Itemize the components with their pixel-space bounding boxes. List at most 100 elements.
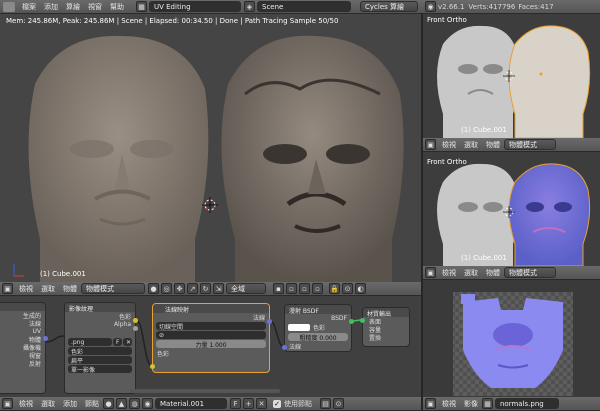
main-viewport[interactable]: Mem: 245.86M, Peak: 245.86M | Scene | El… xyxy=(0,14,421,282)
menu-render[interactable]: 算繪 xyxy=(62,2,84,12)
scene-selector[interactable]: Scene xyxy=(257,1,351,12)
backdrop-icon[interactable]: ▤ xyxy=(320,398,331,409)
use-nodes-checkbox[interactable]: ✓ xyxy=(273,399,281,408)
menu-object[interactable]: 物體 xyxy=(59,284,81,294)
uv-editor-header: ▣ 檢視 影像 ▦ normals.png xyxy=(423,397,600,411)
shading-icon[interactable]: ● xyxy=(148,283,159,294)
material-close-button[interactable]: ✕ xyxy=(256,398,267,409)
manipulator-icon[interactable]: ✥ xyxy=(174,283,185,294)
right-top-viewport[interactable]: Front Ortho (1) Cube.001 xyxy=(423,14,600,138)
menu-object[interactable]: 物體 xyxy=(482,140,504,150)
node-image-texture[interactable]: 影像紋理 色彩 Alpha .png F ✕ 色彩 扁平 單一影像 xyxy=(64,302,136,394)
render-icon[interactable]: ◐ xyxy=(355,283,366,294)
menu-select[interactable]: 選取 xyxy=(460,268,482,278)
rotate-icon[interactable]: ↻ xyxy=(200,283,211,294)
socket-surface-in[interactable] xyxy=(360,318,365,323)
roughness-field[interactable]: 粗糙度 0.000 xyxy=(288,333,348,342)
socket-normal-out[interactable] xyxy=(267,319,272,324)
color-swatch[interactable] xyxy=(288,324,310,331)
image-fake-user-button[interactable]: F xyxy=(113,338,122,346)
node-material-output[interactable]: 材質輸出 表面 容量 置換 xyxy=(362,307,410,347)
editor-type-icon[interactable]: ▣ xyxy=(425,398,436,409)
material-icon[interactable]: ◉ xyxy=(142,398,153,409)
node-texture-coordinate[interactable]: 生成的 法線 UV 物體 攝像機 視窗 反射 xyxy=(0,302,46,394)
menu-add[interactable]: 添加 xyxy=(40,2,62,12)
node-normal-map[interactable]: 法線映射 法線 切線空間 ⊘ 力量 1.000 色彩 xyxy=(152,303,270,373)
uv-map-field[interactable]: ⊘ xyxy=(156,331,266,339)
image-file-field[interactable]: .png xyxy=(68,338,112,346)
menu-image[interactable]: 影像 xyxy=(460,399,482,409)
menu-help[interactable]: 幫助 xyxy=(106,2,128,12)
screen-layout-selector[interactable]: UV Editing xyxy=(149,1,241,12)
shader-type-icon[interactable]: ● xyxy=(103,398,114,409)
menu-view[interactable]: 檢視 xyxy=(438,268,460,278)
translate-icon[interactable]: ↗ xyxy=(187,283,198,294)
scene-icon[interactable]: ◈ xyxy=(244,1,255,12)
menu-view[interactable]: 檢視 xyxy=(438,140,460,150)
menu-view[interactable]: 檢視 xyxy=(15,399,37,409)
editor-type-icon[interactable]: ▣ xyxy=(425,267,436,278)
menu-node[interactable]: 節點 xyxy=(81,399,103,409)
object-icon[interactable]: ▲ xyxy=(116,398,127,409)
menu-view[interactable]: 檢視 xyxy=(15,284,37,294)
socket-color-in[interactable] xyxy=(150,364,155,369)
material-fake-user-button[interactable]: F xyxy=(230,398,241,409)
socket-color-out[interactable] xyxy=(133,318,138,323)
mode-selector[interactable]: 物體模式 xyxy=(81,283,145,294)
socket-uv-out[interactable] xyxy=(43,336,48,341)
socket-bsdf-out[interactable] xyxy=(349,319,354,324)
socket-label-normal-in: 法線 xyxy=(289,343,302,351)
layer2-icon[interactable]: ▫ xyxy=(286,283,297,294)
socket-label-color: 色彩 xyxy=(118,313,131,321)
menu-view[interactable]: 檢視 xyxy=(438,399,460,409)
image-selector[interactable]: normals.png xyxy=(495,398,559,409)
editor-type-icon[interactable]: ▣ xyxy=(2,283,13,294)
snap-icon[interactable]: ⊙ xyxy=(342,283,353,294)
space-select[interactable]: 切線空間 xyxy=(156,322,266,331)
menu-select[interactable]: 選取 xyxy=(37,399,59,409)
mode-selector[interactable]: 物體模式 xyxy=(504,267,556,278)
node-editor[interactable]: 生成的 法線 UV 物體 攝像機 視窗 反射 影像紋理 色彩 Alpha .pn… xyxy=(0,296,421,397)
scrollbar[interactable] xyxy=(130,389,280,393)
color-label: 色彩 xyxy=(313,325,326,332)
menu-file[interactable]: 檔案 xyxy=(18,2,40,12)
snap-icon[interactable]: ⊙ xyxy=(333,398,344,409)
lock-icon[interactable]: 🔒 xyxy=(329,283,340,294)
layer-icon[interactable]: ▪ xyxy=(273,283,284,294)
image-browse-icon[interactable]: ▦ xyxy=(482,398,493,409)
node-editor-header: ▣ 檢視 選取 添加 節點 ● ▲ ◍ ◉ Material.001 F + ✕… xyxy=(0,397,421,411)
solid-heads-image xyxy=(437,25,591,138)
blender-logo-icon[interactable] xyxy=(3,1,15,12)
strength-field[interactable]: 力量 1.000 xyxy=(156,340,266,349)
top-header: 檔案 添加 算繪 視窗 幫助 ▦ UV Editing ◈ Scene Cycl… xyxy=(0,0,600,14)
menu-window[interactable]: 視窗 xyxy=(84,2,106,12)
menu-object[interactable]: 物體 xyxy=(482,268,504,278)
layer3-icon[interactable]: ▫ xyxy=(299,283,310,294)
socket-normal-in[interactable] xyxy=(282,345,287,350)
uv-image-editor[interactable] xyxy=(423,280,600,397)
layer4-icon[interactable]: ▫ xyxy=(312,283,323,294)
orientation-selector[interactable]: 全域 xyxy=(226,283,266,294)
material-add-button[interactable]: + xyxy=(243,398,254,409)
world-icon[interactable]: ◍ xyxy=(129,398,140,409)
material-selector[interactable]: Material.001 xyxy=(155,398,227,409)
menu-select[interactable]: 選取 xyxy=(460,140,482,150)
pivot-icon[interactable]: ◎ xyxy=(161,283,172,294)
socket-alpha-out[interactable] xyxy=(133,326,138,331)
node-diffuse-bsdf[interactable]: 漫射 BSDF BSDF 色彩 粗糙度 0.000 法線 xyxy=(284,304,352,352)
version-label: v2.66.1 xyxy=(438,2,465,11)
mode-selector[interactable]: 物體模式 xyxy=(504,139,556,150)
color-space-select[interactable]: 色彩 xyxy=(68,347,132,356)
editor-type-icon[interactable]: ▣ xyxy=(425,139,436,150)
editor-type-icon[interactable]: ▣ xyxy=(2,398,13,409)
menu-add[interactable]: 添加 xyxy=(59,399,81,409)
render-engine-selector[interactable]: Cycles 算繪 xyxy=(360,1,418,12)
screen-layout-icon[interactable]: ▦ xyxy=(136,1,147,12)
projection-select[interactable]: 扁平 xyxy=(68,356,132,365)
object-label: (1) Cube.001 xyxy=(461,254,507,262)
right-mid-viewport[interactable]: Front Ortho (1) Cube.001 xyxy=(423,152,600,266)
image-source-select[interactable]: 單一影像 xyxy=(68,365,132,374)
image-close-button[interactable]: ✕ xyxy=(123,338,132,346)
menu-select[interactable]: 選取 xyxy=(37,284,59,294)
scale-icon[interactable]: ⇲ xyxy=(213,283,224,294)
